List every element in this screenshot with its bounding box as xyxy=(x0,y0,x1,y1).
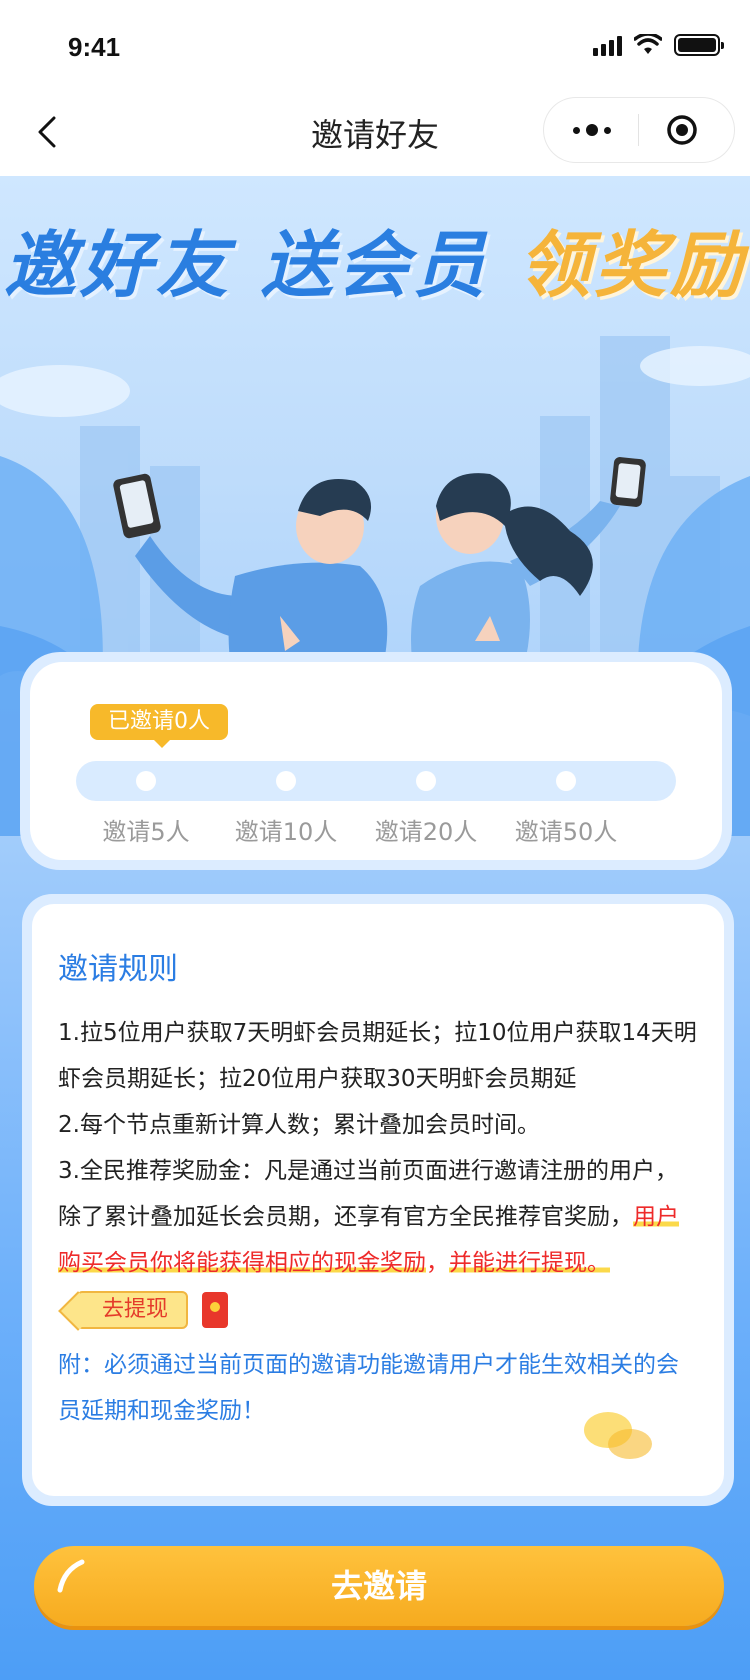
withdraw-button[interactable]: 去提现 xyxy=(78,1290,189,1329)
milestone-dot-2 xyxy=(276,771,296,791)
rule-3-separator: ， xyxy=(426,1250,449,1276)
milestone-dot-4 xyxy=(556,771,576,791)
capsule-divider xyxy=(638,114,639,146)
rule-3: 3.全民推荐奖励金：凡是通过当前页面进行邀请注册的用户，除了累计叠加延长会员期，… xyxy=(58,1148,700,1332)
mini-program-capsule xyxy=(544,98,734,162)
rule-3-highlight-withdraw: 并能进行提现。 xyxy=(449,1250,610,1276)
invited-count-badge: 已邀请0人 xyxy=(90,704,228,748)
status-time: 9:41 xyxy=(68,32,121,62)
hero-title-part1: 邀好友 xyxy=(3,223,232,307)
more-icon[interactable] xyxy=(562,108,622,152)
rules-title: 邀请规则 xyxy=(58,952,178,987)
gold-coins-icon xyxy=(584,1412,652,1459)
invite-button-label: 去邀请 xyxy=(330,1567,427,1605)
invite-button[interactable]: 去邀请 xyxy=(34,1546,724,1626)
milestone-label-4: 邀请50人 xyxy=(514,818,618,846)
milestone-label-3: 邀请20人 xyxy=(374,818,478,846)
milestone-label-2: 邀请10人 xyxy=(234,818,338,846)
nav-bar: 邀请好友 xyxy=(0,88,750,176)
shine-icon xyxy=(57,1559,85,1593)
hero-title-part3: 领奖励 xyxy=(518,223,747,307)
progress-track xyxy=(76,761,676,801)
red-envelope-icon xyxy=(202,1291,229,1328)
signal-icon xyxy=(593,34,622,56)
invite-progress-card: 已邀请0人 邀请5人 邀请10人 邀请20人 邀请50人 xyxy=(20,652,732,870)
invite-rules-inner: 邀请规则 1.拉5位用户获取7天明虾会员期延长；拉10位用户获取14天明虾会员期… xyxy=(32,904,724,1496)
battery-icon xyxy=(674,34,724,56)
rule-3-text: 3.全民推荐奖励金：凡是通过当前页面进行邀请注册的用户，除了累计叠加延长会员期，… xyxy=(58,1158,678,1230)
milestone-dot-1 xyxy=(136,771,156,791)
rule-1: 1.拉5位用户获取7天明虾会员期延长；拉10位用户获取14天明虾会员期延长；拉2… xyxy=(58,1020,697,1092)
milestone-label-1: 邀请5人 xyxy=(102,818,190,846)
invite-progress-inner: 已邀请0人 邀请5人 邀请10人 邀请20人 邀请50人 xyxy=(30,662,722,860)
hero-title-part2: 送会员 xyxy=(260,223,489,307)
milestone-dot-3 xyxy=(416,771,436,791)
status-bar: 9:41 xyxy=(0,0,750,88)
status-icons xyxy=(593,34,724,56)
close-target-icon[interactable] xyxy=(660,108,704,152)
invite-rules-card: 邀请规则 1.拉5位用户获取7天明虾会员期延长；拉10位用户获取14天明虾会员期… xyxy=(22,894,734,1506)
rule-2: 2.每个节点重新计算人数；累计叠加会员时间。 xyxy=(58,1112,540,1138)
wifi-icon xyxy=(634,34,662,54)
